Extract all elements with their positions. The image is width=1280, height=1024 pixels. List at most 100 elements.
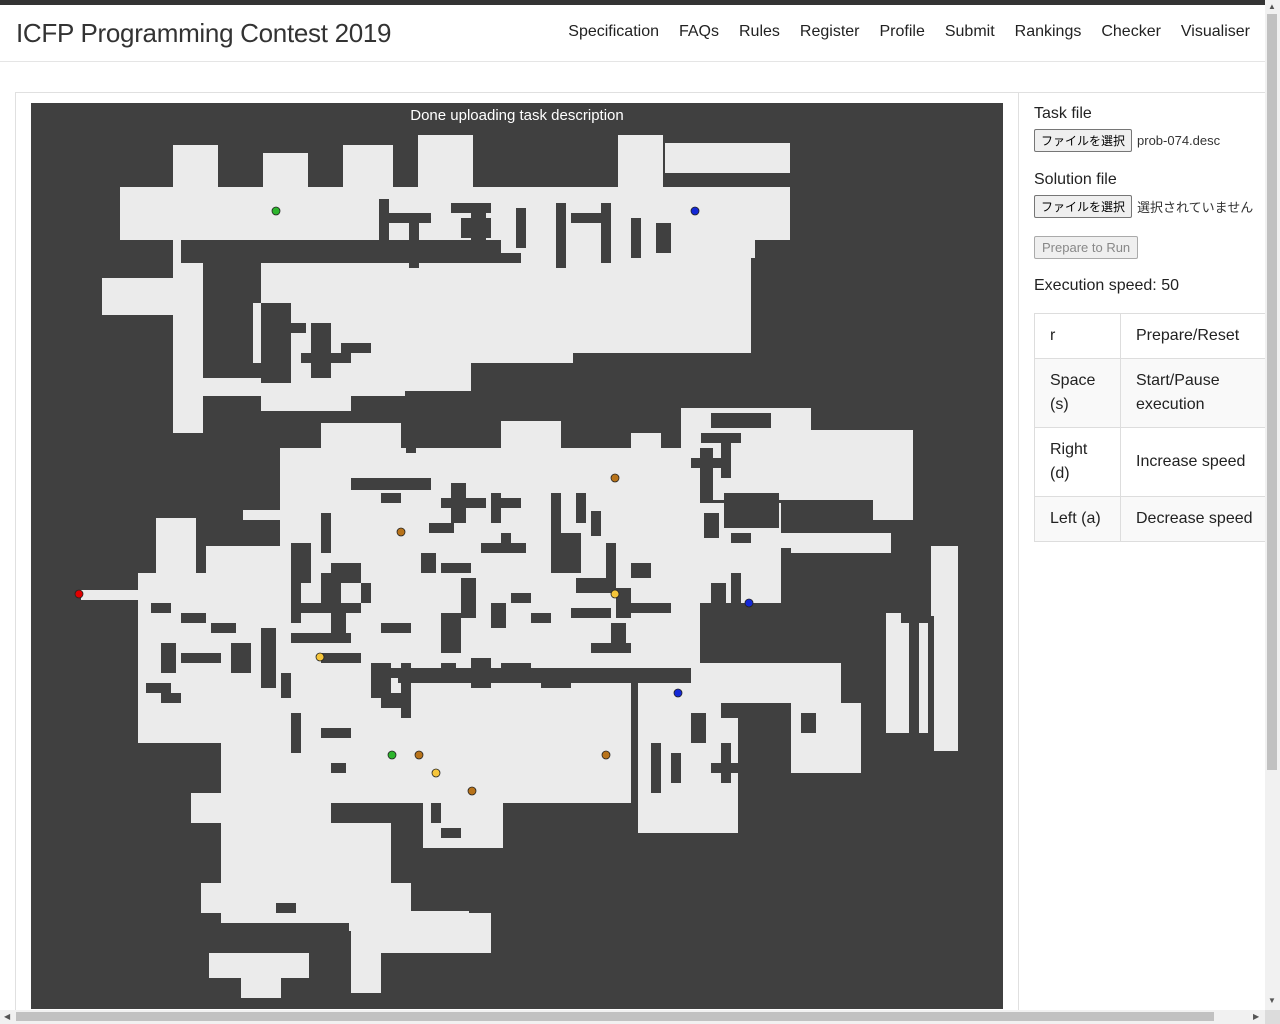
site-title[interactable]: ICFP Programming Contest 2019 — [16, 18, 392, 49]
map-wall-cell — [321, 513, 331, 553]
task-file-label: Task file — [1034, 105, 1092, 122]
map-wall-cell — [351, 478, 431, 490]
map-wall-cell — [801, 713, 816, 733]
solution-file-name: 選択されていません — [1137, 200, 1254, 215]
map-wall-cell — [281, 323, 306, 333]
map-wall-cell — [401, 663, 411, 718]
worker-marker — [74, 589, 84, 599]
nav-register[interactable]: Register — [800, 23, 860, 41]
nav-faqs[interactable]: FAQs — [679, 23, 719, 41]
map-wall-cell — [231, 643, 251, 673]
map-wall-cell — [711, 583, 726, 603]
boost-marker — [744, 598, 754, 608]
shortcut-key: Space (s) — [1034, 358, 1121, 428]
map-floor-cell — [886, 613, 928, 733]
map-wall-cell — [631, 218, 641, 258]
vertical-scroll-thumb[interactable] — [1267, 14, 1277, 770]
shortcut-row: Left (a) Decrease speed — [1034, 496, 1274, 542]
map-wall-cell — [631, 563, 651, 578]
map-wall-cell — [431, 803, 441, 823]
map-wall-cell — [331, 613, 346, 633]
map-wall-cell — [181, 240, 501, 263]
boost-marker — [610, 473, 620, 483]
map-wall-cell — [301, 603, 361, 613]
nav-rankings[interactable]: Rankings — [1015, 23, 1082, 41]
prepare-to-run-button[interactable]: Prepare to Run — [1034, 236, 1139, 259]
execution-speed-text: Execution speed: 50 — [1034, 277, 1179, 294]
shortcut-row: Space (s) Start/Pause execution — [1034, 358, 1274, 428]
map-wall-cell — [821, 593, 846, 603]
map-wall-cell — [161, 643, 176, 673]
map-floor-cell — [102, 278, 182, 315]
map-wall-cell — [291, 583, 301, 623]
boost-marker — [431, 768, 441, 778]
map-wall-cell — [601, 203, 611, 263]
map-wall-cell — [471, 658, 491, 688]
map-wall-cell — [405, 391, 635, 401]
map-wall-cell — [291, 543, 311, 583]
map-wall-cell — [671, 753, 681, 783]
solution-file-button[interactable]: ファイルを選択 — [1034, 195, 1133, 218]
scroll-down-arrow-icon[interactable]: ▼ — [1268, 996, 1276, 1005]
map-wall-cell — [631, 603, 671, 613]
map-wall-cell — [656, 223, 671, 253]
map-wall-cell — [651, 743, 661, 793]
map-wall-cell — [704, 513, 719, 538]
map-floor-cell — [81, 590, 141, 600]
boost-marker — [690, 206, 700, 216]
map-wall-cell — [321, 728, 351, 738]
map-wall-cell — [751, 633, 781, 643]
scroll-right-arrow-icon[interactable]: ▶ — [1253, 1012, 1259, 1021]
map-wall-cell — [381, 493, 401, 503]
map-wall-cell — [381, 623, 411, 633]
map-wall-cell — [311, 323, 331, 378]
map-floor-cell — [631, 433, 661, 453]
map-floor-cell — [418, 135, 473, 190]
nav-checker[interactable]: Checker — [1101, 23, 1161, 41]
map-floor-cell — [501, 421, 561, 451]
map-wall-cell — [276, 903, 296, 913]
control-sidebar: Task file ファイルを選択 prob-074.desc Solution… — [1034, 105, 1274, 542]
nav-submit[interactable]: Submit — [945, 23, 995, 41]
map-wall-cell — [576, 493, 586, 523]
shortcut-row: Right (d) Increase speed — [1034, 427, 1274, 497]
nav-specification[interactable]: Specification — [568, 23, 659, 41]
map-wall-cell — [491, 603, 506, 628]
map-wall-cell — [441, 828, 461, 838]
map-wall-cell — [691, 458, 731, 468]
horizontal-scroll-thumb[interactable] — [16, 1012, 1214, 1021]
map-wall-cell — [571, 213, 606, 223]
map-wall-cell — [191, 853, 221, 863]
nav-profile[interactable]: Profile — [879, 23, 924, 41]
nav-rules[interactable]: Rules — [739, 23, 780, 41]
map-wall-cell — [381, 693, 411, 708]
map-canvas[interactable] — [31, 103, 1003, 1009]
map-floor-cell — [191, 793, 291, 823]
shortcut-key: r — [1034, 313, 1121, 359]
scroll-up-arrow-icon[interactable]: ▲ — [1268, 2, 1276, 11]
map-floor-cell — [343, 145, 393, 193]
solution-file-label: Solution file — [1034, 171, 1117, 188]
scrollbar-corner — [1265, 1010, 1280, 1024]
boost-marker — [315, 652, 325, 662]
map-wall-cell — [361, 583, 371, 603]
navbar: ICFP Programming Contest 2019 Specificat… — [0, 5, 1265, 62]
boost-marker — [610, 589, 620, 599]
map-floor-cell — [618, 135, 663, 190]
task-file-name: prob-074.desc — [1137, 133, 1221, 148]
map-wall-cell — [291, 633, 351, 643]
map-wall-cell — [421, 553, 436, 573]
scroll-left-arrow-icon[interactable]: ◀ — [4, 1012, 10, 1021]
panel-divider — [1018, 92, 1019, 1022]
map-wall-cell — [321, 653, 361, 663]
nav-visualiser[interactable]: Visualiser — [1181, 23, 1250, 41]
canvas-status-text: Done uploading task description — [410, 107, 624, 124]
map-wall-cell — [731, 533, 751, 543]
map-wall-cell — [491, 493, 501, 523]
shortcut-action: Decrease speed — [1120, 496, 1274, 542]
task-file-button[interactable]: ファイルを選択 — [1034, 129, 1133, 152]
map-wall-cell — [461, 578, 476, 618]
map-wall-cell — [801, 553, 816, 583]
shortcut-action: Increase speed — [1120, 427, 1274, 497]
map-wall-cell — [181, 613, 206, 623]
